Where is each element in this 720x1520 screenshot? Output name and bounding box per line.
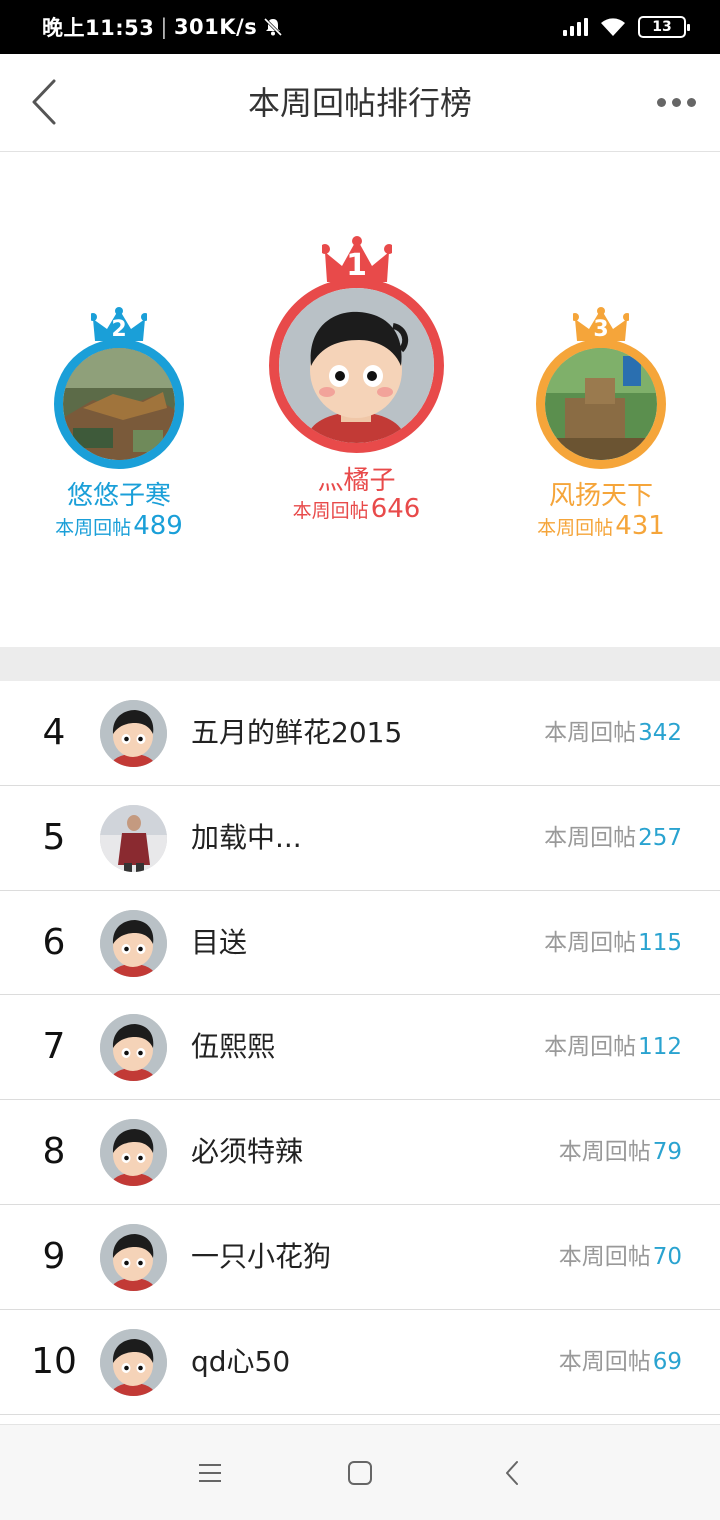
avatar[interactable] xyxy=(100,1223,167,1291)
rank-count: 本周回帖79 xyxy=(558,1139,682,1166)
status-time: 晚上11:53 xyxy=(42,16,155,40)
avatar[interactable] xyxy=(100,804,167,872)
podium-count: 本周回帖431 xyxy=(537,511,665,541)
system-nav-bar xyxy=(0,1424,720,1520)
mute-bell-icon xyxy=(263,17,283,37)
list-item[interactable]: 4 五月的鲜花2015 本周回帖342 xyxy=(0,681,720,786)
signal-icon xyxy=(563,18,588,36)
nav-back-icon[interactable] xyxy=(492,1453,532,1493)
avatar[interactable] xyxy=(269,278,444,453)
status-separator: | xyxy=(160,15,168,39)
podium-name: 悠悠子寒 xyxy=(66,481,171,511)
rank-count: 本周回帖257 xyxy=(544,824,682,851)
rank-count: 本周回帖112 xyxy=(544,1034,682,1061)
page-title: 本周回帖排行榜 xyxy=(247,84,472,122)
rank-number: 10 xyxy=(31,1340,77,1382)
rank-name: 加载中... xyxy=(191,820,302,854)
rank-number: 9 xyxy=(42,1235,66,1277)
podium-name: 灬橘子 xyxy=(317,466,396,496)
rank-name: 伍熙熙 xyxy=(191,1030,276,1064)
rank-number: 5 xyxy=(42,816,66,858)
list-item[interactable]: 6 目送 本周回帖115 xyxy=(0,890,720,996)
rank-number: 8 xyxy=(42,1131,66,1173)
rank-name: 目送 xyxy=(191,925,248,959)
crown-icon: 2 xyxy=(89,307,149,343)
podium-count: 本周回帖489 xyxy=(55,511,183,541)
rank-count: 本周回帖115 xyxy=(544,929,682,956)
rank-name: 必须特辣 xyxy=(191,1135,304,1169)
list-item[interactable]: 8 必须特辣 本周回帖79 xyxy=(0,1100,720,1205)
list-item[interactable]: 5 加载中... 本周回帖257 xyxy=(0,785,720,891)
avatar[interactable] xyxy=(100,1119,167,1187)
status-right: 13 xyxy=(563,0,690,54)
wifi-icon xyxy=(600,17,626,37)
rank-count: 本周回帖342 xyxy=(544,720,682,746)
menu-icon[interactable] xyxy=(190,1453,230,1493)
avatar[interactable] xyxy=(100,1014,167,1082)
crown-icon: 1 xyxy=(319,236,394,284)
status-speed: 301K/s xyxy=(173,15,258,39)
rank-number: 4 xyxy=(42,712,66,753)
header-bar: 本周回帖排行榜 xyxy=(0,54,720,152)
status-left: 晚上11:53 | 301K/s xyxy=(42,0,283,54)
battery-level: 13 xyxy=(652,19,672,35)
rank-count: 本周回帖70 xyxy=(558,1243,682,1270)
podium-item-rank-2[interactable]: 2 悠悠子寒 本周回帖489 xyxy=(54,307,184,547)
rank-count: 本周回帖69 xyxy=(558,1348,682,1375)
avatar[interactable] xyxy=(100,909,167,977)
rank-number: 7 xyxy=(42,1026,66,1068)
rank-number: 6 xyxy=(42,921,66,963)
rank-name: 五月的鲜花2015 xyxy=(191,716,403,749)
battery-icon: 13 xyxy=(638,16,690,38)
more-dots-icon[interactable] xyxy=(648,84,704,120)
avatar[interactable] xyxy=(54,339,184,469)
podium-count: 本周回帖646 xyxy=(292,494,421,524)
podium-top-three: 2 悠悠子寒 本周回帖489 1 灬橘子 本周回帖646 3 风扬天下 本周回帖… xyxy=(0,152,720,647)
rank-name: 一只小花狗 xyxy=(191,1239,332,1273)
home-icon[interactable] xyxy=(340,1453,380,1493)
section-divider xyxy=(0,647,720,681)
podium-name: 风扬天下 xyxy=(548,481,653,511)
avatar[interactable] xyxy=(100,1328,167,1396)
list-item[interactable]: 7 伍熙熙 本周回帖112 xyxy=(0,995,720,1101)
avatar[interactable] xyxy=(100,700,167,767)
podium-item-rank-1[interactable]: 1 灬橘子 本周回帖646 xyxy=(269,236,444,536)
rank-name: qd心50 xyxy=(191,1344,291,1378)
status-bar: 晚上11:53 | 301K/s 13 xyxy=(0,0,720,54)
crown-icon: 3 xyxy=(571,307,631,343)
list-item[interactable]: 9 一只小花狗 本周回帖70 xyxy=(0,1204,720,1310)
avatar[interactable] xyxy=(536,339,666,469)
list-item[interactable]: 10 qd心50 本周回帖69 xyxy=(0,1309,720,1415)
podium-item-rank-3[interactable]: 3 风扬天下 本周回帖431 xyxy=(536,307,666,547)
rank-list: 4 五月的鲜花2015 本周回帖342 5 加载中... 本周回帖257 6 目… xyxy=(0,681,720,1415)
